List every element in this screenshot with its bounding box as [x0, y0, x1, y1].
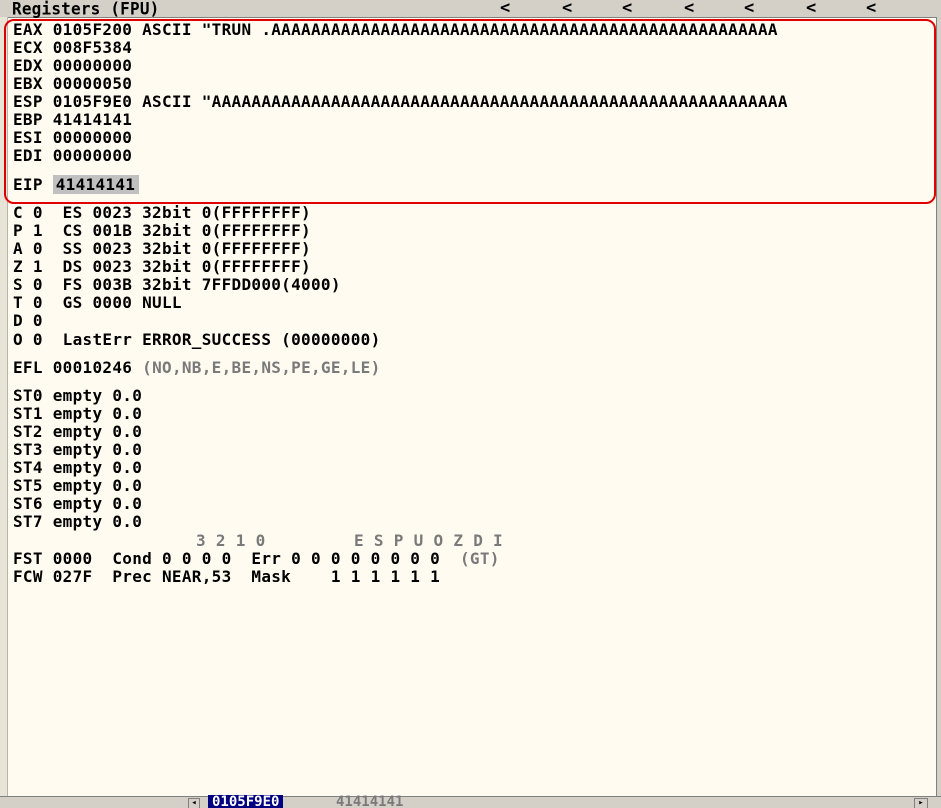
- fpu-st7[interactable]: ST7 empty 0.0: [13, 513, 142, 531]
- flag-c-row[interactable]: C 0 ES 0023 32bit 0(FFFFFFFF): [13, 204, 311, 222]
- err-bit-header: E S P U O Z D I: [354, 531, 503, 550]
- stack-address[interactable]: 0105F9E0: [208, 795, 284, 808]
- title-bar[interactable]: Registers (FPU) < < < < < < <: [0, 0, 941, 18]
- efl-row[interactable]: EFL 00010246 (NO,NB,E,BE,NS,PE,GE,LE): [13, 359, 381, 377]
- fpu-st1[interactable]: ST1 empty 0.0: [13, 405, 142, 423]
- chevron-left-icon[interactable]: <: [562, 0, 572, 18]
- flag-d-row[interactable]: D 0: [13, 312, 43, 330]
- horizontal-scrollbar[interactable]: ◂ 0105F9E0 41414141 ▸: [0, 794, 941, 808]
- flag-o-row[interactable]: O 0 LastErr ERROR_SUCCESS (00000000): [13, 331, 381, 349]
- fpu-st4[interactable]: ST4 empty 0.0: [13, 459, 142, 477]
- chevron-left-icon[interactable]: <: [744, 0, 754, 18]
- flag-s-row[interactable]: S 0 FS 003B 32bit 7FFDD000(4000): [13, 276, 341, 294]
- fst-row[interactable]: FST 0000 Cond 0 0 0 0 Err 0 0 0 0 0 0 0 …: [13, 550, 500, 568]
- fpu-st5[interactable]: ST5 empty 0.0: [13, 477, 142, 495]
- scroll-left-icon[interactable]: ◂: [188, 798, 200, 808]
- flag-z-row[interactable]: Z 1 DS 0023 32bit 0(FFFFFFFF): [13, 258, 311, 276]
- cond-bit-header: 3 2 1 0: [196, 531, 266, 550]
- fpu-st3[interactable]: ST3 empty 0.0: [13, 441, 142, 459]
- registers-window: Registers (FPU) < < < < < < < EAX 0105F2…: [0, 0, 941, 808]
- scroll-right-icon[interactable]: ▸: [914, 798, 928, 808]
- chevron-left-icon[interactable]: <: [806, 0, 816, 18]
- flag-p-row[interactable]: P 1 CS 001B 32bit 0(FFFFFFFF): [13, 222, 311, 240]
- fpu-st2[interactable]: ST2 empty 0.0: [13, 423, 142, 441]
- efl-value: EFL 00010246: [13, 358, 133, 377]
- fpu-st6[interactable]: ST6 empty 0.0: [13, 495, 142, 513]
- chevron-left-icon[interactable]: <: [500, 0, 510, 18]
- chevron-left-icon[interactable]: <: [622, 0, 632, 18]
- fst-value: FST 0000 Cond 0 0 0 0 Err 0 0 0 0 0 0 0 …: [13, 549, 441, 568]
- stack-value: 41414141: [336, 794, 404, 808]
- fst-flag: (GT): [460, 549, 500, 568]
- window-title: Registers (FPU): [12, 0, 160, 19]
- chevron-left-icon[interactable]: <: [866, 0, 876, 18]
- right-border: [936, 17, 941, 797]
- efl-decoded: (NO,NB,E,BE,NS,PE,GE,LE): [142, 358, 381, 377]
- chevron-left-icon[interactable]: <: [684, 0, 694, 18]
- fcw-row[interactable]: FCW 027F Prec NEAR,53 Mask 1 1 1 1 1 1: [13, 568, 440, 586]
- register-highlight-box: [4, 19, 936, 204]
- fpu-st0[interactable]: ST0 empty 0.0: [13, 387, 142, 405]
- flag-t-row[interactable]: T 0 GS 0000 NULL: [13, 294, 182, 312]
- flag-a-row[interactable]: A 0 SS 0023 32bit 0(FFFFFFFF): [13, 240, 311, 258]
